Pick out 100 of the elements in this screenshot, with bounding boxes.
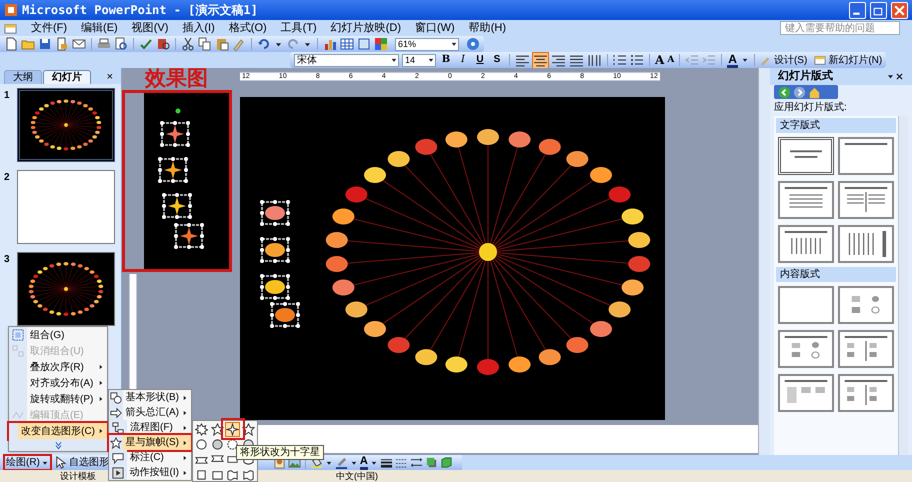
layout-thumbnail[interactable]	[778, 286, 834, 324]
autoshapes-button[interactable]: 自选图形	[68, 455, 109, 470]
slide-thumbnail[interactable]	[17, 170, 115, 244]
bulleted-list-icon[interactable]	[630, 53, 644, 67]
expand-icon[interactable]	[54, 440, 62, 450]
slide-thumbnail[interactable]	[17, 252, 115, 326]
save-icon[interactable]	[38, 37, 52, 51]
zoom-dropdown[interactable]: 61%	[395, 38, 459, 50]
burst-icon[interactable]	[210, 423, 224, 436]
slide-icon	[814, 54, 826, 66]
pointer-icon[interactable]	[54, 456, 67, 469]
vertical-scrollbar[interactable]	[758, 68, 770, 455]
print-icon[interactable]	[97, 37, 111, 51]
font-size-dropdown[interactable]: 14	[402, 54, 436, 66]
menu-item[interactable]: 标注(C)	[109, 450, 191, 465]
align-right-button[interactable]	[551, 52, 566, 68]
star-icon[interactable]	[242, 423, 254, 436]
menu-item[interactable]: 文件(F)	[31, 20, 68, 36]
help-search-field[interactable]: 键入需要帮助的问题	[780, 21, 900, 35]
line-color-icon[interactable]	[334, 456, 348, 469]
submenu-arrow-icon	[182, 470, 188, 476]
section-heading: 文字版式	[776, 118, 896, 133]
menu-item[interactable]: 工具(T)	[280, 20, 317, 36]
color-icon[interactable]	[374, 37, 388, 51]
four-point-star-icon[interactable]	[226, 423, 239, 436]
new-slide-button[interactable]: 新幻灯片(N)	[814, 52, 882, 68]
menu-item[interactable]: 窗口(W)	[415, 20, 455, 36]
align-justify-button[interactable]	[569, 52, 584, 68]
design-button[interactable]: 设计(S)	[760, 52, 808, 68]
close-button[interactable]	[891, 2, 908, 18]
menu-item[interactable]: 改变自选图形(C)	[9, 423, 107, 439]
fireworks-drawing	[30, 99, 102, 151]
wave-icon[interactable]	[226, 468, 239, 481]
action-button-icon	[112, 466, 124, 478]
grow-font-button[interactable]: A	[655, 53, 664, 67]
shrink-font-button[interactable]: A	[667, 53, 674, 67]
menu-item[interactable]: 组合(G)	[9, 327, 107, 343]
menu-item[interactable]: 对齐或分布(A)	[9, 375, 107, 391]
italic-button[interactable]: I	[456, 53, 470, 67]
menu-item[interactable]: 基本形状(B)	[109, 390, 191, 405]
help-icon[interactable]	[466, 37, 480, 51]
pane-tab[interactable]: 大纲	[4, 70, 42, 84]
envelope-icon[interactable]	[72, 37, 86, 51]
align-center-button[interactable]	[533, 52, 548, 68]
menu-item[interactable]: 动作按钮(I)	[109, 465, 191, 480]
print-preview-icon[interactable]	[114, 37, 128, 51]
layout-thumbnail[interactable]	[838, 286, 894, 324]
layout-thumbnail[interactable]	[838, 330, 894, 368]
layout-thumbnail[interactable]	[838, 374, 894, 412]
shadow-text-button[interactable]: S	[490, 53, 504, 67]
layout-thumbnail[interactable]	[838, 137, 894, 175]
undo-icon[interactable]	[257, 37, 271, 51]
slide-icon[interactable]	[4, 22, 17, 34]
font-dropdown[interactable]: 宋体	[294, 54, 399, 66]
menu-item[interactable]: 编辑(E)	[81, 20, 118, 36]
layout-scrollbar[interactable]	[898, 116, 908, 455]
cut-icon[interactable]	[181, 37, 195, 51]
submenu-arrow-icon	[98, 396, 104, 402]
layout-thumbnail[interactable]	[778, 181, 834, 219]
arrow-style-icon[interactable]	[410, 456, 423, 469]
wave-icon[interactable]	[242, 468, 254, 481]
burst-icon[interactable]	[195, 423, 208, 436]
layout-thumbnail[interactable]	[778, 330, 834, 368]
layout-thumbnail[interactable]	[778, 137, 834, 175]
shadow-icon[interactable]	[424, 456, 438, 469]
layout-thumbnail[interactable]	[778, 374, 834, 412]
layout-thumbnail[interactable]	[838, 225, 894, 263]
underline-button[interactable]: U	[473, 53, 487, 67]
document-lock-icon[interactable]	[55, 37, 69, 51]
book-search-icon[interactable]	[156, 37, 170, 51]
restore-button[interactable]	[870, 2, 887, 18]
back-button[interactable]	[778, 86, 791, 98]
close-pane-button[interactable]: ×	[106, 70, 117, 84]
menu-item[interactable]: 插入(I)	[182, 20, 215, 36]
align-left-button[interactable]	[515, 52, 530, 68]
slide-thumbnail[interactable]	[17, 88, 115, 162]
menu-item[interactable]: 格式(O)	[228, 20, 267, 36]
layout-thumbnail[interactable]	[838, 181, 894, 219]
menu-item[interactable]: 箭头总汇(A)	[109, 405, 191, 420]
numbered-list-icon[interactable]	[613, 53, 627, 67]
copy-icon[interactable]	[198, 37, 212, 51]
forward-button[interactable]	[793, 86, 806, 98]
align-distributed-button[interactable]	[587, 52, 602, 68]
menu-item[interactable]: 星与旗帜(S)	[109, 435, 191, 450]
menu-item[interactable]: 旋转或翻转(P)	[9, 391, 107, 407]
minimize-button[interactable]	[849, 2, 866, 18]
bold-button[interactable]: B	[439, 53, 453, 67]
close-icon[interactable]	[895, 72, 904, 81]
caret-icon[interactable]	[886, 72, 895, 81]
menu-item[interactable]: 幻灯片放映(D)	[330, 20, 401, 36]
menu-item[interactable]: 帮助(H)	[468, 20, 506, 36]
menu-item[interactable]: 视图(V)	[132, 20, 168, 36]
slide-number: 3	[4, 253, 11, 267]
pane-tab[interactable]: 幻灯片	[43, 70, 91, 84]
layout-thumbnail[interactable]	[778, 225, 834, 263]
caret-icon[interactable]	[740, 56, 749, 64]
paste-icon[interactable]	[215, 37, 229, 51]
spelling-check-icon[interactable]	[139, 37, 153, 51]
chart-icon[interactable]	[323, 37, 337, 51]
menu-item[interactable]: 叠放次序(R)	[9, 359, 107, 375]
